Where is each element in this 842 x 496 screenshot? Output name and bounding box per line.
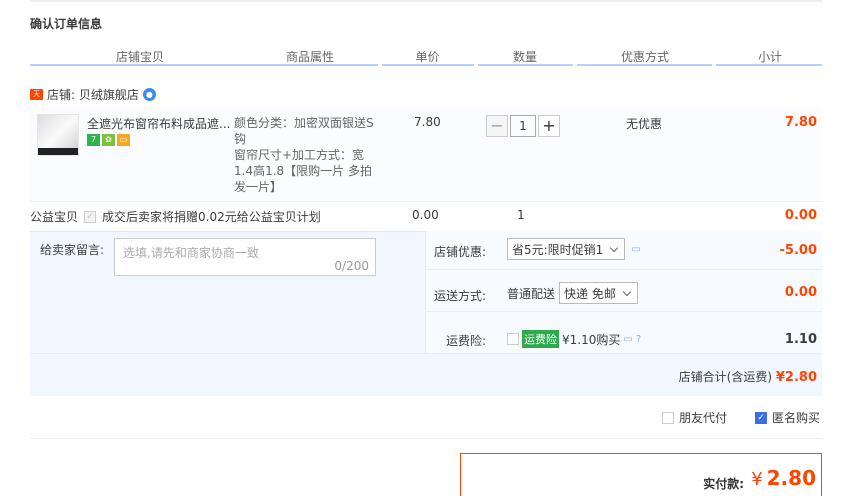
welfare-price: 0.00	[412, 208, 439, 222]
order-options: 朋友代付 ✓ 匿名购买	[661, 409, 820, 426]
page-title: 确认订单信息	[30, 17, 103, 31]
insurance-checkbox[interactable]	[507, 333, 519, 345]
comment-icon[interactable]: ▭	[623, 334, 632, 345]
message-label: 给卖家留言:	[40, 243, 105, 257]
row-divider	[30, 353, 822, 354]
chevron-down-icon	[622, 287, 632, 296]
header-promo: 优惠方式	[620, 50, 669, 64]
shipping-amount: 0.00	[784, 285, 817, 300]
header-qty: 数量	[512, 50, 537, 64]
item-name-link[interactable]: 全遮光布窗帘布料成品遮...	[87, 115, 232, 132]
shipping-value: 快递 免邮	[564, 286, 616, 301]
shipping-select[interactable]: 快递 免邮	[559, 282, 638, 304]
anonymous-checkbox[interactable]: ✓	[754, 411, 767, 424]
yen-symbol: ¥	[751, 469, 763, 490]
header-subtotal: 小计	[757, 50, 782, 64]
item-attr-text: 颜色分类：加密双面银送S钩 窗帘尺寸+加工方式：宽1.4高1.8【限购一片 多拍…	[234, 116, 374, 194]
shipping-control: 普通配送 快递 免邮	[507, 282, 638, 304]
shop-total-label: 店铺合计(含运费)	[678, 370, 773, 384]
insurance-badge: 运费险	[522, 330, 559, 348]
header-bar	[716, 64, 822, 66]
shipping-method: 普通配送	[507, 286, 556, 301]
guarantee-icon: ✿	[102, 134, 115, 146]
item-attributes: 颜色分类：加密双面银送S钩 窗帘尺寸+加工方式：宽1.4高1.8【限购一片 多拍…	[234, 115, 379, 195]
shop-total-value: ¥2.80	[775, 370, 817, 385]
message-input[interactable]: 选填,请先和商家协商一致 0/200	[114, 238, 376, 276]
shop-total: 店铺合计(含运费) ¥2.80	[679, 368, 817, 385]
help-icon[interactable]: ?	[636, 334, 641, 345]
welfare-subtotal: 0.00	[784, 208, 817, 223]
decrease-button[interactable]: −	[486, 115, 508, 137]
welfare-row: 公益宝贝 ✓ 成交后卖家将捐赠0.02元给公益宝贝计划	[30, 208, 321, 225]
bottom-divider	[30, 438, 822, 439]
insurance-label: 运费险:	[446, 334, 487, 348]
shop-discount-label: 店铺优惠:	[434, 245, 487, 259]
thumbnail-band	[38, 148, 78, 155]
shop-name-link[interactable]: 店铺: 贝绒旗舰店	[47, 86, 139, 103]
chevron-down-icon	[610, 243, 619, 252]
top-divider	[30, 0, 822, 2]
header-bar	[30, 64, 378, 66]
item-price: 7.80	[414, 115, 441, 129]
header-shop-item: 店铺宝贝	[115, 50, 164, 64]
anonymous-option[interactable]: ✓ 匿名购买	[754, 409, 820, 426]
row-divider	[425, 311, 822, 312]
friend-pay-option[interactable]: 朋友代付	[661, 409, 727, 426]
welfare-qty: 1	[517, 208, 525, 222]
header-bar	[577, 64, 712, 66]
increase-button[interactable]: +	[538, 115, 560, 137]
pay-value: 2.80	[766, 466, 816, 490]
anonymous-label: 匿名购买	[771, 411, 820, 425]
header-attrs: 商品属性	[285, 50, 334, 64]
item-subtotal: 7.80	[784, 115, 817, 130]
comment-icon[interactable]: ▭	[631, 244, 640, 255]
pay-amount: ¥2.80	[751, 466, 816, 490]
pay-label: 实付款:	[703, 477, 744, 491]
header-bar	[478, 64, 573, 66]
shop-discount-amount: -5.00	[779, 243, 817, 258]
header-bar	[382, 64, 474, 66]
credit-card-icon: ▭	[117, 134, 130, 146]
tmall-badge: 天猫	[30, 89, 43, 109]
insurance-price: ¥1.10购买	[562, 332, 621, 347]
item-tags: 7 ✿ ▭	[87, 134, 130, 146]
insurance-control: 运费险 ¥1.10购买 ▭ ?	[507, 330, 641, 348]
welfare-desc: 成交后卖家将捐赠0.02元给公益宝贝计划	[102, 210, 321, 224]
message-count: 0/200	[334, 259, 369, 273]
welfare-label: 公益宝贝	[30, 210, 79, 224]
row-divider	[425, 269, 822, 270]
insurance-amount: 1.10	[784, 332, 817, 347]
friend-pay-label: 朋友代付	[678, 411, 727, 425]
shop-discount-value: 省5元:限时促销1	[512, 242, 604, 257]
welfare-checkbox: ✓	[84, 210, 97, 223]
quantity-input[interactable]: 1	[510, 115, 536, 137]
shop-line: 天猫 店铺: 贝绒旗舰店 ●	[30, 86, 156, 109]
quantity-stepper: − 1 +	[486, 115, 560, 137]
shipping-label: 运送方式:	[434, 289, 487, 303]
message-placeholder: 选填,请先和商家协商一致	[123, 246, 259, 260]
seven-day-return-icon: 7	[87, 134, 100, 146]
friend-pay-checkbox[interactable]	[661, 411, 674, 424]
shop-discount-select[interactable]: 省5元:限时促销1	[507, 238, 626, 260]
shop-discount-control: 省5元:限时促销1 ▭	[507, 238, 641, 260]
item-promo: 无优惠	[626, 117, 663, 131]
header-price: 单价	[415, 50, 440, 64]
wangwang-icon[interactable]: ●	[142, 88, 156, 101]
